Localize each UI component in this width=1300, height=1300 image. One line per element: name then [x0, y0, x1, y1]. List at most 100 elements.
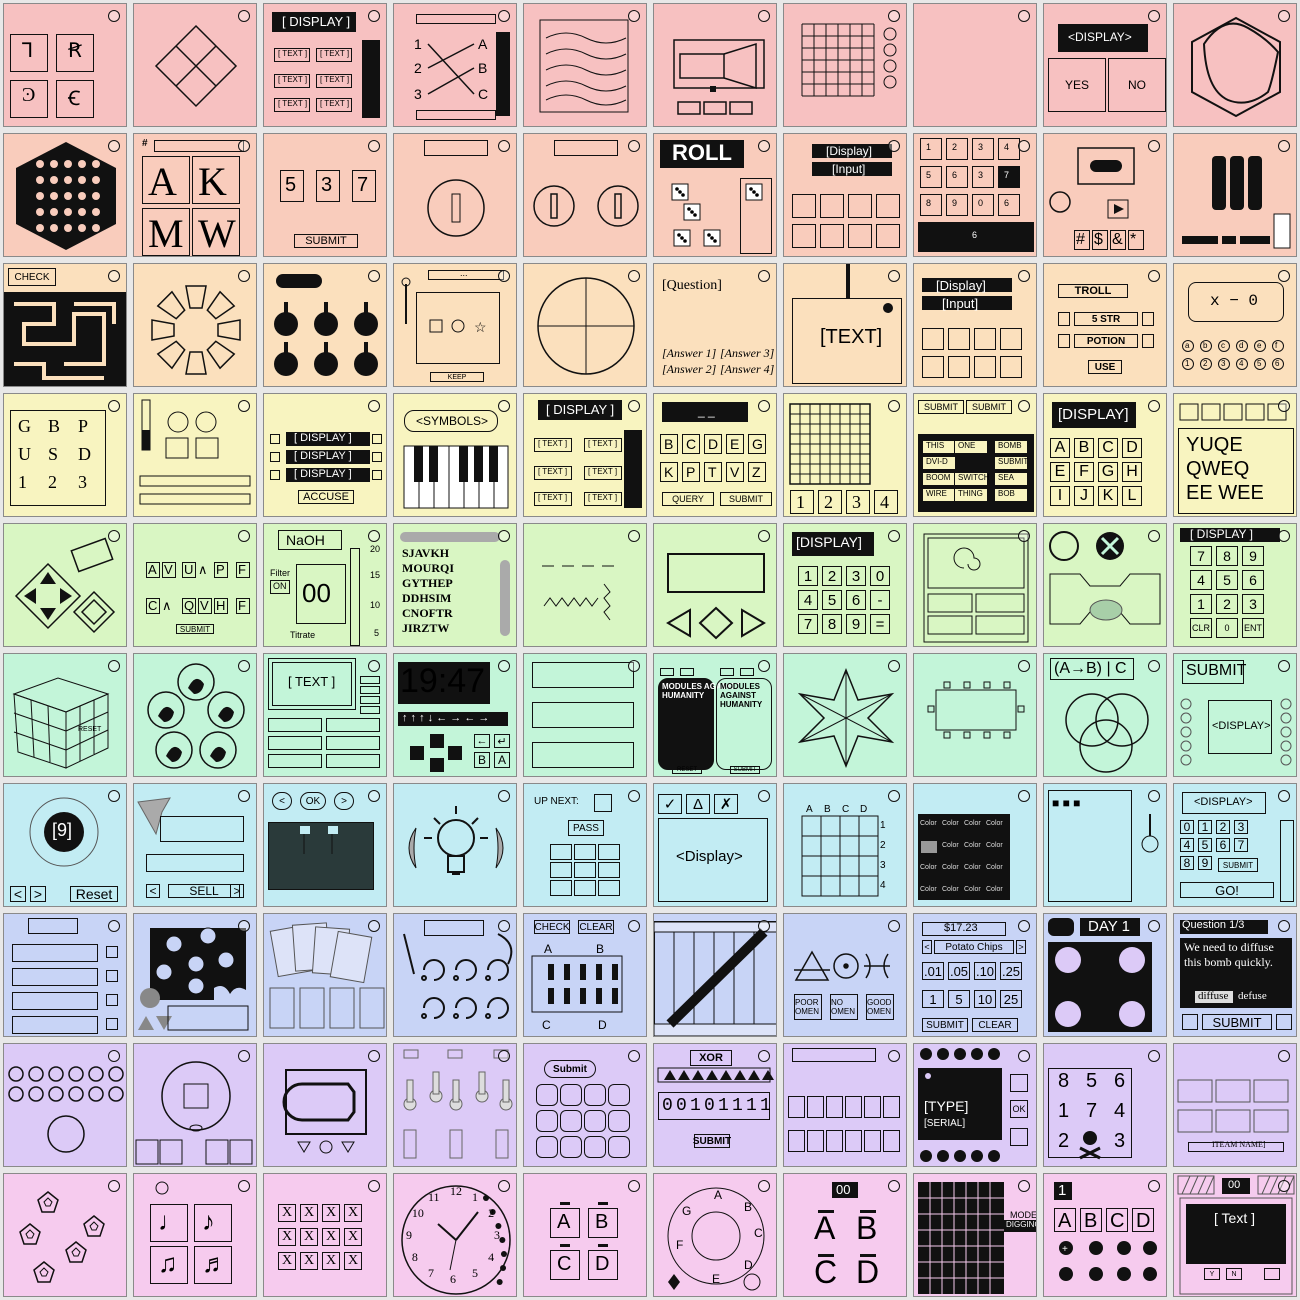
arrow-key[interactable]: [720, 668, 734, 676]
tile-key[interactable]: [550, 862, 572, 878]
input-key[interactable]: [848, 194, 872, 218]
bill-key[interactable]: 5: [948, 990, 970, 1008]
x-key[interactable]: X: [344, 1204, 362, 1222]
module-diffuse-quiz[interactable]: Question 1/3 We need to diffuse this bomb…: [1173, 913, 1297, 1037]
keypad-key[interactable]: 5: [1216, 570, 1238, 590]
calc-key[interactable]: 0: [870, 566, 890, 586]
good-omen-button[interactable]: GOOD OMEN: [866, 994, 894, 1020]
input-key[interactable]: [974, 328, 996, 350]
keypad-key[interactable]: 3: [1242, 594, 1264, 614]
module-accuse[interactable]: [ DISPLAY ] [ DISPLAY ] [ DISPLAY ] ACCUSE: [263, 393, 387, 517]
color-cell[interactable]: Color: [942, 820, 959, 827]
letter-key[interactable]: J: [1074, 486, 1094, 506]
module-funnel-sell[interactable]: < SELL >: [133, 783, 257, 907]
cross-button[interactable]: ✗: [714, 794, 738, 814]
letter-key[interactable]: F: [1074, 462, 1094, 482]
module-circle-buttons[interactable]: [3, 1043, 127, 1167]
input-key[interactable]: [1000, 356, 1022, 378]
input-key[interactable]: [820, 194, 844, 218]
submit-button[interactable]: SUBMIT: [1218, 858, 1258, 872]
module-up-next[interactable]: UP NEXT: PASS: [523, 783, 647, 907]
module-word-buttons[interactable]: SUBMIT SUBMIT THIS ONE BOMB DVI-D SUBMIT BOOM SW…: [913, 393, 1037, 517]
module-type-serial[interactable]: [TYPE] [SERIAL] OK: [913, 1043, 1037, 1167]
color-cell[interactable]: Color: [964, 864, 981, 871]
key-tile[interactable]: [608, 1110, 630, 1132]
module-square-circle[interactable]: [133, 1043, 257, 1167]
input-key[interactable]: [876, 224, 900, 248]
module-label[interactable]: [Answer 1]: [662, 346, 716, 361]
digit-key[interactable]: 5: [1198, 838, 1212, 852]
toggle[interactable]: [270, 470, 280, 480]
module-clock-1947[interactable]: 19:47 ↑ ↑ ↑ ↓ ← → ← → ← ↵ B A: [393, 653, 517, 777]
module-roll-dice[interactable]: ROLL: [653, 133, 777, 257]
x-key[interactable]: X: [322, 1228, 340, 1246]
stat-value[interactable]: 5 STR: [1074, 312, 1138, 326]
digit-key[interactable]: 6: [1216, 838, 1230, 852]
empty-slot[interactable]: [788, 1130, 805, 1152]
key-tile[interactable]: [560, 1110, 582, 1132]
module-letter-grid-gbp[interactable]: GBP USD 123: [3, 393, 127, 517]
x-key[interactable]: X: [344, 1252, 362, 1270]
module-display-text-module[interactable]: [ DISPLAY ] [ TEXT ] [ TEXT ] [ TEXT ] [ TEX…: [263, 3, 387, 127]
module-hex-maze[interactable]: [3, 133, 127, 257]
tile-key[interactable]: [598, 862, 620, 878]
tile-key[interactable]: [574, 862, 596, 878]
letter-key[interactable]: B: [1074, 438, 1094, 458]
reset-button[interactable]: Reset: [70, 886, 118, 902]
module-display-input-grid-2[interactable]: [Display] [Input]: [913, 263, 1037, 387]
module-pentagons[interactable]: [3, 1173, 127, 1297]
module-digit-spinners[interactable]: 5 3 7 SUBMIT: [263, 133, 387, 257]
keypad-key[interactable]: 1: [1190, 594, 1212, 614]
coin-key[interactable]: .01: [922, 962, 944, 980]
poor-omen-button[interactable]: POOR OMEN: [794, 994, 822, 1020]
module-diamond-grid[interactable]: [133, 3, 257, 127]
module-hexagon-map[interactable]: [1173, 3, 1297, 127]
letter-key[interactable]: I: [1050, 486, 1070, 506]
up-button[interactable]: [1010, 1074, 1028, 1092]
color-cell[interactable]: Color: [920, 820, 937, 827]
module-cards[interactable]: [263, 913, 387, 1037]
tile-key[interactable]: [598, 844, 620, 860]
tile-key[interactable]: [598, 880, 620, 896]
module-squiggle-grid[interactable]: ABCD1234: [783, 783, 907, 907]
no-button[interactable]: N: [1226, 1268, 1242, 1280]
module-ok-screen[interactable]: < OK >: [263, 783, 387, 907]
a-key[interactable]: A: [494, 752, 510, 768]
calc-key[interactable]: 1: [798, 566, 818, 586]
print-button[interactable]: [1264, 1268, 1280, 1280]
module-label[interactable]: U: [18, 444, 31, 465]
next-arrow[interactable]: [1142, 312, 1154, 326]
module-dots-switch[interactable]: ■ ■ ■: [1043, 783, 1167, 907]
query-button[interactable]: QUERY: [662, 492, 714, 506]
module-label[interactable]: D: [78, 444, 91, 465]
submit-button[interactable]: Submit: [544, 1060, 596, 1078]
module-star-shape[interactable]: [783, 653, 907, 777]
module-day-dice[interactable]: DAY 1: [1043, 913, 1167, 1037]
x-key[interactable]: X: [278, 1252, 296, 1270]
letter-key[interactable]: D: [1122, 438, 1142, 458]
option-key[interactable]: [326, 736, 380, 750]
x-key[interactable]: X: [344, 1228, 362, 1246]
module-label[interactable]: [Answer 2]: [662, 362, 716, 377]
b-key[interactable]: B: [474, 752, 490, 768]
module-empty-boxes[interactable]: [783, 1043, 907, 1167]
module-label[interactable]: [Answer 4]: [720, 362, 774, 377]
module-shape-buttons[interactable]: [263, 1043, 387, 1167]
clear-button[interactable]: CLEAR: [972, 1018, 1018, 1032]
module-maze-check[interactable]: CHECK: [3, 263, 127, 387]
x-key[interactable]: X: [300, 1228, 318, 1246]
module-number-go[interactable]: <DISPLAY> 0 1 2 3 4 5 6 7 8 9 SUBMIT GO!: [1173, 783, 1297, 907]
color-cell[interactable]: Color: [920, 886, 937, 893]
module-blank-module[interactable]: [913, 3, 1037, 127]
calc-key[interactable]: 6: [846, 590, 866, 610]
bill-key[interactable]: 25: [1000, 990, 1022, 1008]
module-alphabet-icons[interactable]: Ꞁ Ꞧ Ͽ Ꞓ: [3, 3, 127, 127]
prev-button[interactable]: [1182, 1014, 1198, 1030]
color-cell[interactable]: Color: [920, 864, 937, 871]
calc-key[interactable]: 8: [822, 614, 842, 634]
module-digging[interactable]: MODEDIGGING: [913, 1173, 1037, 1297]
module-abcd-keys[interactable]: ABCD: [523, 1173, 647, 1297]
checkbox[interactable]: [106, 946, 118, 958]
option-key[interactable]: [268, 718, 322, 732]
key-tile[interactable]: [584, 1110, 606, 1132]
